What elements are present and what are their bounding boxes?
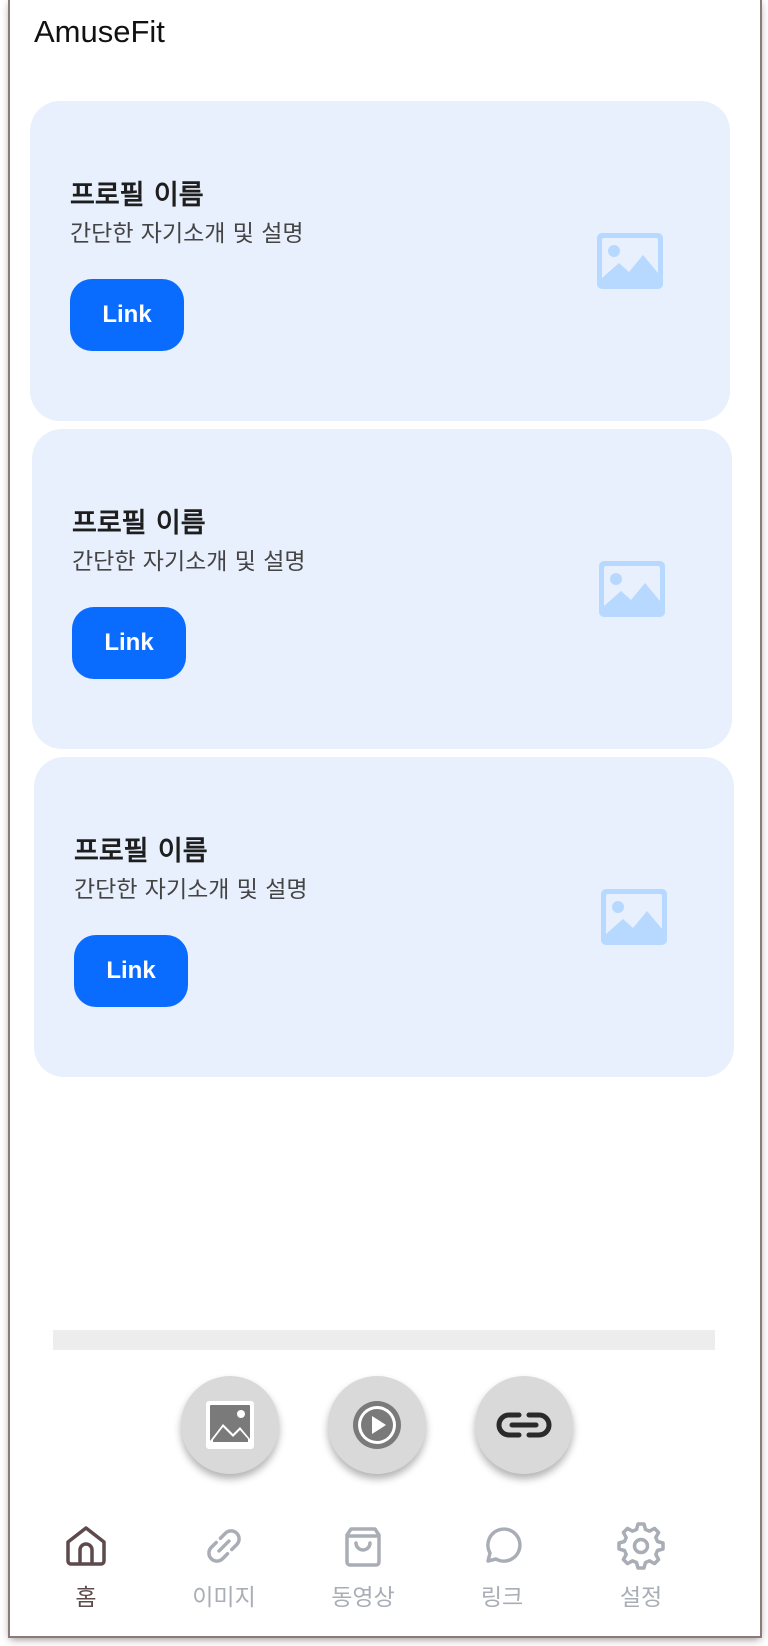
profile-name: 프로필 이름: [74, 836, 208, 867]
nav-item-link[interactable]: 링크: [432, 1522, 572, 1622]
nav-label: 링크: [480, 1585, 524, 1611]
gear-icon: [617, 1522, 665, 1570]
profile-description: 간단한 자기소개 및 설명: [72, 549, 306, 575]
image-icon: [599, 561, 665, 617]
add-link-button[interactable]: [475, 1376, 573, 1474]
nav-item-settings[interactable]: 설정: [571, 1522, 711, 1622]
link-button[interactable]: Link: [70, 279, 184, 351]
link-button[interactable]: Link: [72, 607, 186, 679]
profile-card: 프로필 이름 간단한 자기소개 및 설명 Link: [34, 757, 734, 1077]
shopping-bag-icon: [345, 1527, 381, 1567]
image-icon: [601, 889, 667, 945]
app-title: AmuseFit: [34, 14, 165, 49]
image-icon: [597, 233, 663, 289]
add-image-button[interactable]: [181, 1376, 279, 1474]
profile-description: 간단한 자기소개 및 설명: [74, 877, 308, 903]
nav-label: 설정: [619, 1585, 663, 1611]
divider: [53, 1330, 715, 1350]
play-icon: [353, 1401, 401, 1449]
nav-label: 홈: [75, 1585, 97, 1611]
image-icon: [206, 1401, 254, 1449]
nav-item-video[interactable]: 동영상: [293, 1522, 433, 1622]
nav-label: 이미지: [192, 1585, 256, 1611]
profile-card: 프로필 이름 간단한 자기소개 및 설명 Link: [32, 429, 732, 749]
profile-name: 프로필 이름: [70, 180, 204, 211]
add-video-button[interactable]: [328, 1376, 426, 1474]
profile-name: 프로필 이름: [72, 508, 206, 539]
link-button[interactable]: Link: [74, 935, 188, 1007]
nav-item-home[interactable]: 홈: [16, 1522, 156, 1622]
nav-label: 동영상: [331, 1585, 395, 1611]
profile-description: 간단한 자기소개 및 설명: [70, 221, 304, 247]
nav-item-image[interactable]: 이미지: [154, 1522, 294, 1622]
chat-bubble-icon: [486, 1527, 522, 1563]
profile-card: 프로필 이름 간단한 자기소개 및 설명 Link: [30, 101, 730, 421]
link-icon: [496, 1412, 552, 1438]
link-icon: [207, 1529, 241, 1563]
home-icon: [66, 1526, 106, 1566]
app-frame: AmuseFit 프로필 이름 간단한 자기소개 및 설명 Link 프로필 이…: [10, 0, 760, 1636]
